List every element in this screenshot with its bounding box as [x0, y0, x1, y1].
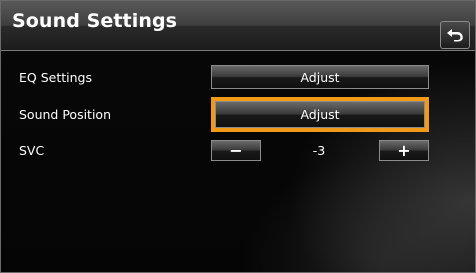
- focus-highlight: [211, 97, 429, 132]
- svc-value: -3: [312, 143, 326, 158]
- svc-label: SVC: [19, 143, 45, 158]
- sound-settings-screen: Sound Settings EQ Settings Adjust Sound …: [0, 0, 476, 273]
- back-button[interactable]: [440, 21, 470, 49]
- minus-icon: −: [229, 140, 243, 160]
- eq-settings-adjust-button[interactable]: Adjust: [211, 65, 429, 89]
- svc-increment-button[interactable]: +: [379, 140, 429, 161]
- return-arrow-icon: [446, 28, 464, 42]
- eq-adjust-label: Adjust: [300, 69, 340, 85]
- svc-decrement-button[interactable]: −: [211, 140, 261, 161]
- sound-position-label: Sound Position: [19, 107, 112, 122]
- title-bar: Sound Settings: [1, 1, 475, 51]
- page-title: Sound Settings: [12, 10, 178, 32]
- plus-icon: +: [397, 140, 411, 160]
- eq-settings-label: EQ Settings: [19, 70, 92, 85]
